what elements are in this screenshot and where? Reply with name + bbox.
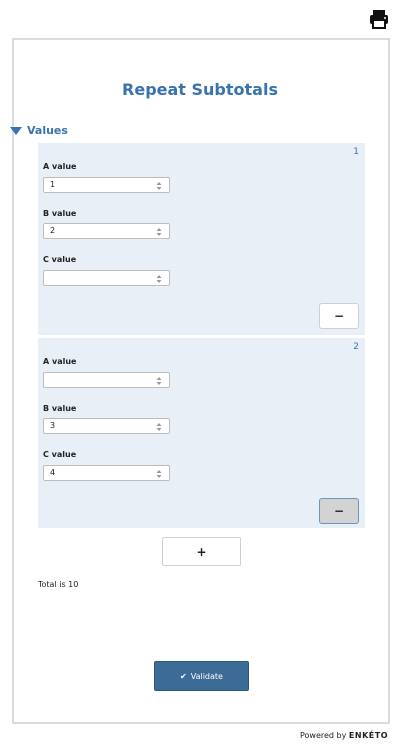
b-value-input[interactable]: 2 xyxy=(43,223,170,239)
c-value-input[interactable] xyxy=(43,270,170,286)
input-value: 1 xyxy=(50,180,56,189)
question-label: A value xyxy=(43,357,77,366)
print-icon xyxy=(370,10,388,29)
add-repeat-button[interactable]: + xyxy=(162,537,241,566)
check-icon: ✔ xyxy=(180,671,187,681)
print-button[interactable] xyxy=(368,8,390,30)
repeat-instance: 2 A value B value 3 C value 4 − xyxy=(38,338,365,528)
input-value: 3 xyxy=(50,421,56,430)
remove-repeat-button[interactable]: − xyxy=(319,498,359,524)
b-value-input[interactable]: 3 xyxy=(43,418,170,434)
input-value: 2 xyxy=(50,226,56,235)
enketo-logo: ENKÉTO xyxy=(348,731,388,740)
a-value-input[interactable] xyxy=(43,372,170,388)
spinner-icon[interactable] xyxy=(156,422,162,432)
question-label: A value xyxy=(43,162,77,171)
values-group-header[interactable]: Values xyxy=(10,124,68,137)
c-value-input[interactable]: 4 xyxy=(43,465,170,481)
question-label: B value xyxy=(43,404,77,413)
group-label: Values xyxy=(27,124,68,137)
a-value-input[interactable]: 1 xyxy=(43,177,170,193)
spinner-icon[interactable] xyxy=(156,376,162,386)
input-value: 4 xyxy=(50,468,56,477)
question-label: C value xyxy=(43,450,77,459)
validate-button[interactable]: ✔ Validate xyxy=(154,661,249,691)
spinner-icon[interactable] xyxy=(156,469,162,479)
repeat-number: 1 xyxy=(353,147,359,157)
repeat-number: 2 xyxy=(353,342,359,352)
spinner-icon[interactable] xyxy=(156,181,162,191)
repeat-instance: 1 A value 1 B value 2 C value − xyxy=(38,143,365,335)
validate-label: Validate xyxy=(190,671,223,681)
form-title: Repeat Subtotals xyxy=(122,80,278,99)
remove-repeat-button[interactable]: − xyxy=(319,303,359,329)
caret-down-icon xyxy=(10,126,22,135)
powered-by-footer: Powered by ENKÉTO xyxy=(300,731,388,740)
total-note: Total is 10 xyxy=(38,580,79,589)
question-label: C value xyxy=(43,255,77,264)
question-label: B value xyxy=(43,209,77,218)
spinner-icon[interactable] xyxy=(156,274,162,284)
spinner-icon[interactable] xyxy=(156,227,162,237)
powered-by-text: Powered by xyxy=(299,731,347,740)
